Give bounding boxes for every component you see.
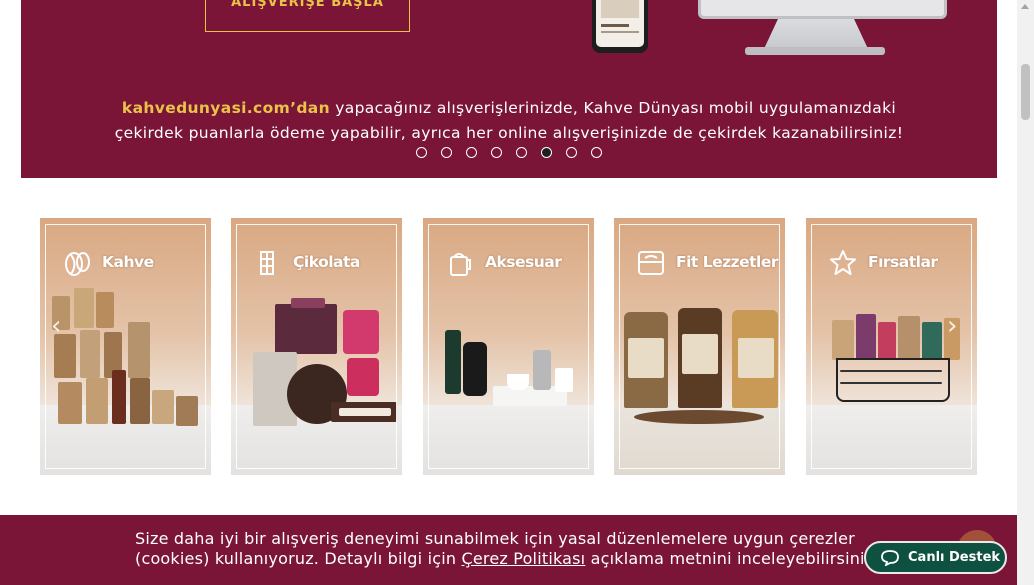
carousel-next-icon[interactable]: › <box>947 313 957 339</box>
category-card-firsatlar[interactable]: Fırsatlar <box>806 218 977 475</box>
slider-dot[interactable] <box>591 147 602 158</box>
live-support-label: Canlı Destek <box>908 550 1001 565</box>
category-card-cikolata[interactable]: Çikolata <box>231 218 402 475</box>
slider-dot[interactable] <box>441 147 452 158</box>
scroll-thumb[interactable] <box>1021 64 1030 120</box>
chat-bubble-icon <box>881 549 899 566</box>
category-title: Fit Lezzetler <box>676 253 779 271</box>
monitor-image <box>698 0 947 19</box>
coffee-pot-icon <box>445 248 475 278</box>
coffee-bean-icon <box>62 248 92 278</box>
category-title: Aksesuar <box>485 253 562 271</box>
slider-dot-active[interactable] <box>541 147 552 158</box>
start-shopping-button[interactable]: ALIŞVERİŞE BAŞLA <box>205 0 410 32</box>
slider-dot[interactable] <box>416 147 427 158</box>
slider-dot[interactable] <box>466 147 477 158</box>
slider-dots <box>21 147 997 158</box>
cookie-policy-link[interactable]: Çerez Politikası <box>462 549 586 568</box>
scale-icon <box>636 248 666 278</box>
hero-text-line-1: kahvedunyasi.com’dan yapacağınız alışver… <box>121 99 897 117</box>
star-icon <box>828 248 858 278</box>
carousel-prev-icon[interactable]: ‹ <box>51 313 61 339</box>
live-support-button[interactable]: Canlı Destek <box>864 541 1007 574</box>
category-title: Çikolata <box>293 253 360 271</box>
cookie-text: Size daha iyi bir alışveriş deneyimi sun… <box>135 529 879 568</box>
hero-brand-link: kahvedunyasi.com’dan <box>121 99 330 117</box>
hero-banner[interactable]: ALIŞVERİŞE BAŞLA kahvedunyasi.com’dan ya… <box>21 0 997 178</box>
hero-text-line-2: çekirdek puanlarla ödeme yapabilir, ayrı… <box>114 124 904 142</box>
slider-dot[interactable] <box>491 147 502 158</box>
slider-dot[interactable] <box>566 147 577 158</box>
category-card-kahve[interactable]: Kahve <box>40 218 211 475</box>
chocolate-icon <box>253 248 283 278</box>
scroll-up-icon[interactable] <box>1021 4 1029 9</box>
slider-dot[interactable] <box>516 147 527 158</box>
category-card-fit-lezzetler[interactable]: Fit Lezzetler <box>614 218 785 475</box>
category-card-aksesuar[interactable]: Aksesuar <box>423 218 594 475</box>
phone-image <box>592 0 648 53</box>
category-title: Kahve <box>102 253 154 271</box>
monitor-stand <box>763 17 869 51</box>
page-scrollbar[interactable] <box>1017 0 1034 585</box>
start-shopping-label: ALIŞVERİŞE BAŞLA <box>231 0 384 10</box>
category-title: Fırsatlar <box>868 253 938 271</box>
